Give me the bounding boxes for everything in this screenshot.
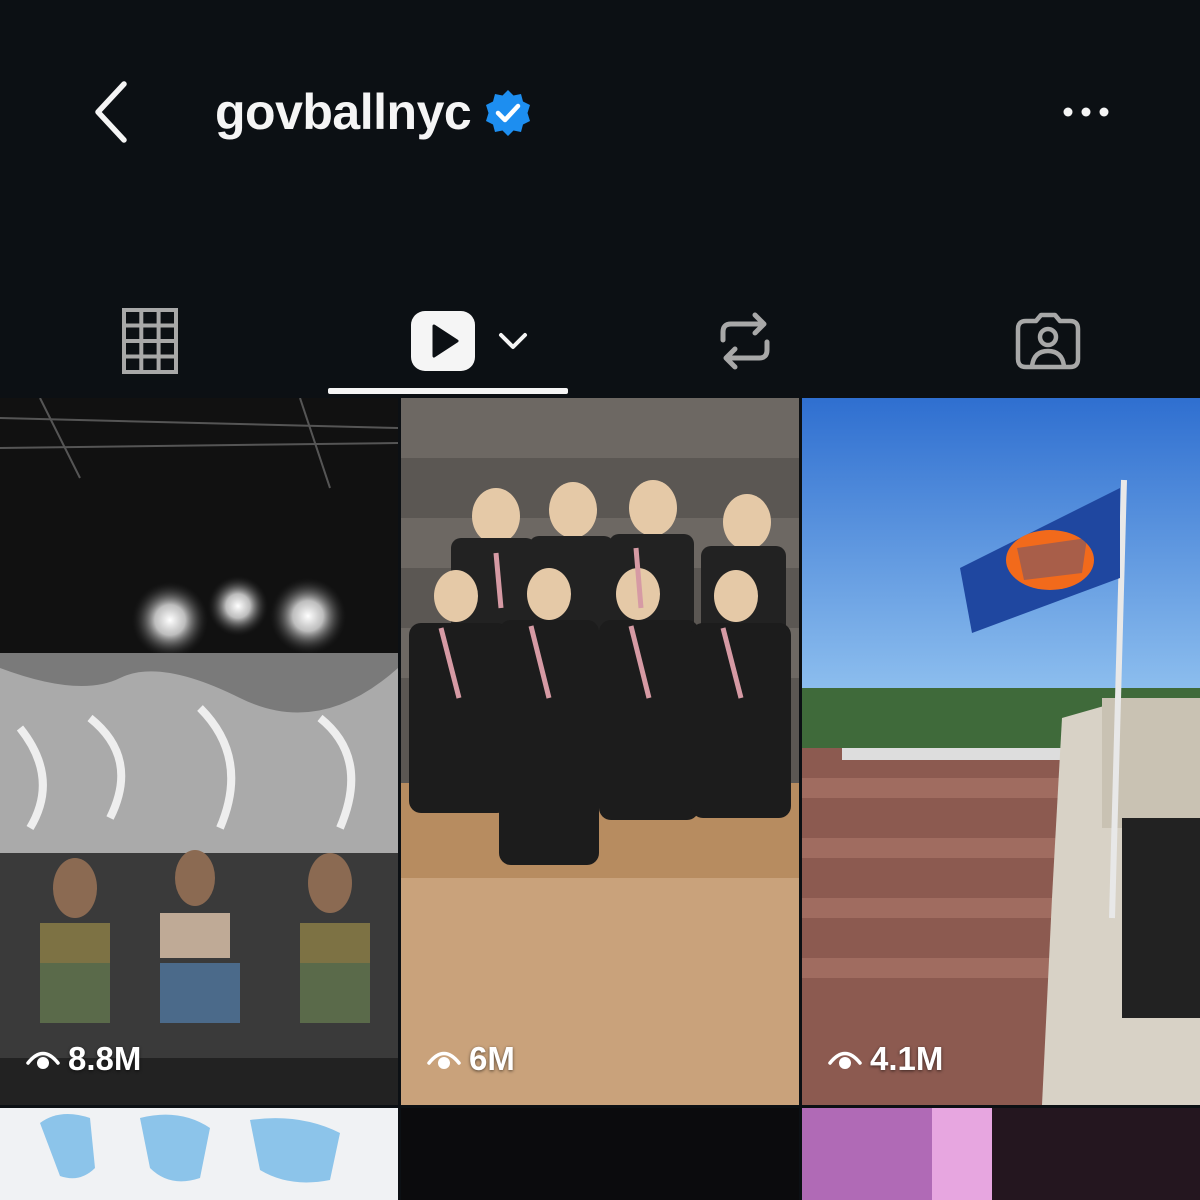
chevron-left-icon [95, 81, 127, 143]
reel-thumbnail-3[interactable]: 4.1M [802, 398, 1200, 1105]
verified-badge-icon [486, 90, 531, 136]
reel-thumbnail-2[interactable]: 6M [401, 398, 799, 1105]
back-button[interactable] [88, 78, 138, 148]
view-count-label: 4.1M [870, 1040, 944, 1077]
profile-title: govballnyc [215, 80, 533, 144]
tab-reels[interactable] [390, 285, 550, 397]
active-tab-indicator [328, 388, 568, 394]
reel-image [401, 398, 799, 1105]
play-icon [411, 311, 475, 371]
more-horizontal-icon [1063, 107, 1109, 117]
eye-icon [828, 1051, 862, 1069]
reel-image [401, 1108, 799, 1200]
tagged-person-icon [1015, 312, 1080, 370]
reel-image [802, 1108, 1200, 1200]
chevron-down-icon [499, 333, 527, 349]
reel-thumbnail-5[interactable] [401, 1108, 799, 1200]
reel-image [0, 398, 398, 1105]
reel-thumbnail-6[interactable] [802, 1108, 1200, 1200]
username: govballnyc [215, 84, 472, 140]
profile-header: govballnyc [0, 0, 1200, 230]
view-count-label: 6M [469, 1040, 515, 1077]
reel-image [0, 1108, 398, 1200]
reel-view-count: 4.1M [828, 1040, 943, 1078]
reel-thumbnail-4[interactable] [0, 1108, 398, 1200]
view-count-label: 8.8M [68, 1040, 142, 1077]
grid-icon [122, 308, 178, 374]
tab-tagged[interactable] [990, 285, 1105, 397]
eye-icon [427, 1051, 461, 1069]
more-options-button[interactable] [1058, 92, 1114, 132]
eye-icon [26, 1051, 60, 1069]
tab-reposts[interactable] [690, 285, 800, 397]
reel-view-count: 8.8M [26, 1040, 141, 1078]
reel-image [802, 398, 1200, 1105]
reel-thumbnail-1[interactable]: 8.8M [0, 398, 398, 1105]
reel-view-count: 6M [427, 1040, 515, 1078]
profile-tabs [0, 285, 1200, 397]
tab-posts[interactable] [90, 285, 210, 397]
repost-icon [720, 312, 770, 370]
